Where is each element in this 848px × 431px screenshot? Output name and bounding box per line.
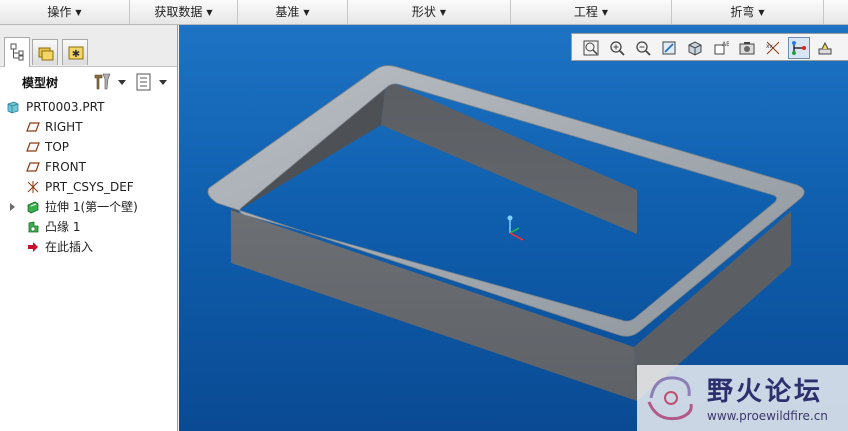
folder-browser-icon — [38, 47, 54, 61]
menu-get-data-label: 获取数据 — [154, 5, 203, 19]
menu-engineering-label: 工程 — [573, 5, 598, 19]
repaint-icon — [662, 41, 676, 55]
refit-button[interactable] — [580, 37, 602, 59]
list-settings-icon — [136, 73, 167, 91]
outer-front-wall — [231, 210, 637, 401]
view-toolbar: AB xx — [571, 33, 848, 61]
chevron-down-icon: ▼ — [439, 8, 447, 17]
refit-icon — [583, 40, 599, 56]
spin-center-button[interactable] — [788, 37, 810, 59]
tree-item-label: PRT_CSYS_DEF — [45, 180, 134, 194]
annotation-button[interactable] — [814, 37, 836, 59]
favorites-icon: ✱ — [68, 46, 84, 60]
tree-item-extrude-1[interactable]: 拉伸 1(第一个壁) — [10, 197, 176, 217]
menu-datum[interactable]: 基准 ▼ — [238, 0, 348, 24]
graphics-viewport[interactable]: AB xx 野火论坛 www.proewildfire.cn — [179, 25, 848, 431]
navigator-panel: ✱ 模型树 PRT0003.PRT RIGHT TOP FRONT PRT_CS… — [0, 25, 178, 431]
tree-settings-button[interactable] — [92, 71, 130, 93]
zoom-out-button[interactable] — [632, 37, 654, 59]
zoom-out-icon — [636, 41, 651, 56]
datum-display-icon: xx — [766, 41, 780, 55]
zoom-in-button[interactable] — [606, 37, 628, 59]
tab-model-tree[interactable] — [4, 37, 30, 67]
view-manager-button[interactable] — [736, 37, 758, 59]
part-icon — [7, 101, 19, 114]
tree-item-insert-here[interactable]: 在此插入 — [26, 237, 176, 257]
datum-plane-icon — [26, 122, 40, 132]
flange-icon — [28, 221, 39, 233]
menu-engineering[interactable]: 工程 ▼ — [511, 0, 672, 24]
tree-item-part[interactable]: PRT0003.PRT — [6, 97, 176, 117]
menu-datum-label: 基准 — [275, 5, 300, 19]
tree-item-label: 在此插入 — [45, 240, 94, 254]
shading-icon — [688, 41, 702, 56]
tree-item-top-plane[interactable]: TOP — [26, 137, 176, 157]
navigator-tabs: ✱ — [0, 25, 177, 67]
datum-plane-icon — [26, 162, 40, 172]
forum-watermark: 野火论坛 www.proewildfire.cn — [637, 365, 848, 431]
tree-item-label: TOP — [45, 140, 70, 154]
spin-center-icon — [792, 41, 806, 55]
coordinate-triad — [507, 215, 524, 241]
menu-shapes-label: 形状 — [411, 5, 436, 19]
svg-text:xx: xx — [766, 43, 774, 50]
csys-icon — [27, 181, 39, 193]
menu-bend[interactable]: 折弯 ▼ — [672, 0, 824, 24]
model-tree-header: 模型树 — [0, 69, 178, 95]
datum-plane-icon — [26, 142, 40, 152]
tree-show-button[interactable] — [134, 71, 170, 93]
chevron-down-icon: ▼ — [75, 8, 82, 17]
tree-item-front-plane[interactable]: FRONT — [26, 157, 176, 177]
expand-arrow-icon[interactable] — [10, 203, 15, 211]
tree-item-csys[interactable]: PRT_CSYS_DEF — [26, 177, 176, 197]
tree-item-right-plane[interactable]: RIGHT — [26, 117, 176, 137]
annotation-icon — [818, 41, 832, 55]
model-tree-icon — [10, 43, 24, 61]
menu-get-data[interactable]: 获取数据 ▼ — [130, 0, 238, 24]
repaint-button[interactable] — [658, 37, 680, 59]
svg-text:AB: AB — [722, 41, 729, 48]
forum-logo-icon — [647, 376, 693, 421]
menu-bend-label: 折弯 — [730, 5, 755, 19]
datum-display-button[interactable]: xx — [762, 37, 784, 59]
chevron-down-icon: ▼ — [303, 8, 310, 17]
watermark-title: 野火论坛 — [707, 377, 824, 407]
saved-views-icon: AB — [714, 41, 729, 55]
tree-item-label: PRT0003.PRT — [26, 100, 105, 114]
menu-operations-label: 操作 — [47, 5, 72, 19]
menu-shapes[interactable]: 形状 ▼ — [348, 0, 511, 24]
insert-here-arrow-icon — [28, 242, 38, 252]
tree-item-label: RIGHT — [45, 120, 83, 134]
tab-folder-browser[interactable] — [32, 39, 58, 65]
view-manager-icon — [739, 42, 755, 55]
shading-button[interactable] — [684, 37, 706, 59]
extrude-wall-icon — [27, 201, 39, 214]
menu-operations[interactable]: 操作 ▼ — [0, 0, 130, 24]
watermark-url: www.proewildfire.cn — [707, 409, 828, 423]
chevron-down-icon: ▼ — [601, 8, 609, 17]
saved-views-button[interactable]: AB — [710, 37, 732, 59]
zoom-in-icon — [610, 41, 625, 56]
tab-favorites[interactable]: ✱ — [62, 39, 88, 65]
svg-text:✱: ✱ — [72, 49, 80, 60]
tools-icon — [94, 73, 126, 90]
tree-item-label: FRONT — [45, 160, 86, 174]
tree-item-flange-1[interactable]: 凸缘 1 — [26, 217, 176, 237]
tree-item-label: 拉伸 1(第一个壁) — [45, 200, 138, 214]
menu-bar: 操作 ▼ 获取数据 ▼ 基准 ▼ 形状 ▼ 工程 ▼ 折弯 ▼ — [0, 0, 848, 25]
chevron-down-icon: ▼ — [206, 8, 213, 17]
tree-item-label: 凸缘 1 — [45, 220, 81, 234]
chevron-down-icon: ▼ — [758, 8, 765, 17]
model-tree-title: 模型树 — [22, 76, 59, 90]
